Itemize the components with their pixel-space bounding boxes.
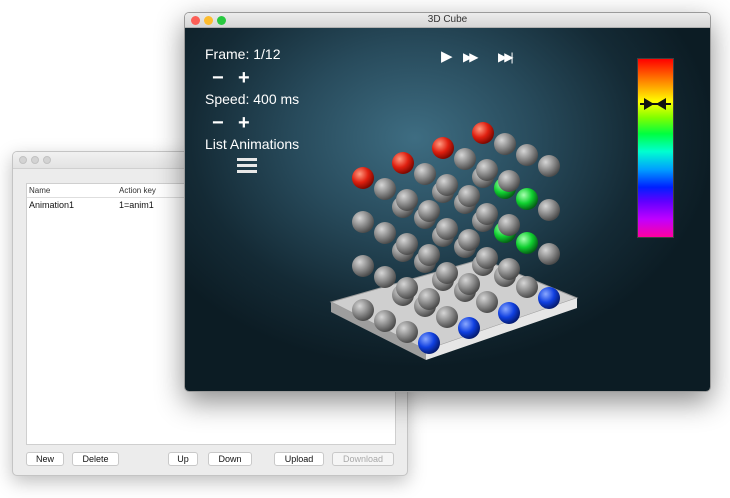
download-button[interactable]: Download xyxy=(332,452,394,466)
gray-led-sphere[interactable] xyxy=(476,247,498,269)
red-led-sphere[interactable] xyxy=(352,167,374,189)
gray-led-sphere[interactable] xyxy=(352,211,374,233)
gray-led-sphere[interactable] xyxy=(516,276,538,298)
blue-led-sphere[interactable] xyxy=(538,287,560,309)
row-action-key: 1=anim1 xyxy=(119,200,154,210)
gray-led-sphere[interactable] xyxy=(396,277,418,299)
close-button[interactable] xyxy=(19,156,27,164)
gray-led-sphere[interactable] xyxy=(516,144,538,166)
gray-led-sphere[interactable] xyxy=(436,218,458,240)
led-cube-graphic[interactable] xyxy=(185,28,711,392)
gray-led-sphere[interactable] xyxy=(476,203,498,225)
gray-led-sphere[interactable] xyxy=(418,200,440,222)
down-button[interactable]: Down xyxy=(208,452,252,466)
cube-scene[interactable]: Frame: 1/12 − + Speed: 400 ms − + List A… xyxy=(185,28,711,392)
gray-led-sphere[interactable] xyxy=(458,229,480,251)
gray-led-sphere[interactable] xyxy=(418,288,440,310)
gray-led-sphere[interactable] xyxy=(396,321,418,343)
cube-window: 3D Cube Frame: 1/12 − + Speed: 400 ms − … xyxy=(184,12,711,392)
green-led-sphere[interactable] xyxy=(516,188,538,210)
gray-led-sphere[interactable] xyxy=(538,243,560,265)
new-button[interactable]: New xyxy=(26,452,64,466)
upload-button[interactable]: Upload xyxy=(274,452,324,466)
gray-led-sphere[interactable] xyxy=(436,262,458,284)
row-name: Animation1 xyxy=(29,200,75,210)
gray-led-sphere[interactable] xyxy=(414,163,436,185)
minimize-button[interactable] xyxy=(31,156,39,164)
gray-led-sphere[interactable] xyxy=(352,299,374,321)
gray-led-sphere[interactable] xyxy=(498,258,520,280)
gray-led-sphere[interactable] xyxy=(458,185,480,207)
gray-led-sphere[interactable] xyxy=(476,159,498,181)
gray-led-sphere[interactable] xyxy=(374,266,396,288)
gray-led-sphere[interactable] xyxy=(436,174,458,196)
gray-led-sphere[interactable] xyxy=(454,148,476,170)
gray-led-sphere[interactable] xyxy=(476,291,498,313)
gray-led-sphere[interactable] xyxy=(418,244,440,266)
blue-led-sphere[interactable] xyxy=(498,302,520,324)
gray-led-sphere[interactable] xyxy=(498,214,520,236)
gray-led-sphere[interactable] xyxy=(374,310,396,332)
gray-led-sphere[interactable] xyxy=(494,133,516,155)
blue-led-sphere[interactable] xyxy=(418,332,440,354)
gray-led-sphere[interactable] xyxy=(498,170,520,192)
gray-led-sphere[interactable] xyxy=(352,255,374,277)
cube-window-titlebar[interactable]: 3D Cube xyxy=(185,13,710,28)
gray-led-sphere[interactable] xyxy=(374,178,396,200)
gray-led-sphere[interactable] xyxy=(458,273,480,295)
red-led-sphere[interactable] xyxy=(392,152,414,174)
window-title: 3D Cube xyxy=(427,14,468,25)
column-header-name[interactable]: Name xyxy=(29,186,50,195)
zoom-button[interactable] xyxy=(43,156,51,164)
up-button[interactable]: Up xyxy=(168,452,198,466)
blue-led-sphere[interactable] xyxy=(458,317,480,339)
desktop: Name Action key Animation1 1=anim1 New D… xyxy=(0,0,730,498)
column-header-action-key[interactable]: Action key xyxy=(119,186,156,195)
gray-led-sphere[interactable] xyxy=(374,222,396,244)
gray-led-sphere[interactable] xyxy=(436,306,458,328)
gray-led-sphere[interactable] xyxy=(396,189,418,211)
delete-button[interactable]: Delete xyxy=(72,452,119,466)
red-led-sphere[interactable] xyxy=(472,122,494,144)
gray-led-sphere[interactable] xyxy=(538,199,560,221)
green-led-sphere[interactable] xyxy=(516,232,538,254)
red-led-sphere[interactable] xyxy=(432,137,454,159)
gray-led-sphere[interactable] xyxy=(396,233,418,255)
gray-led-sphere[interactable] xyxy=(538,155,560,177)
